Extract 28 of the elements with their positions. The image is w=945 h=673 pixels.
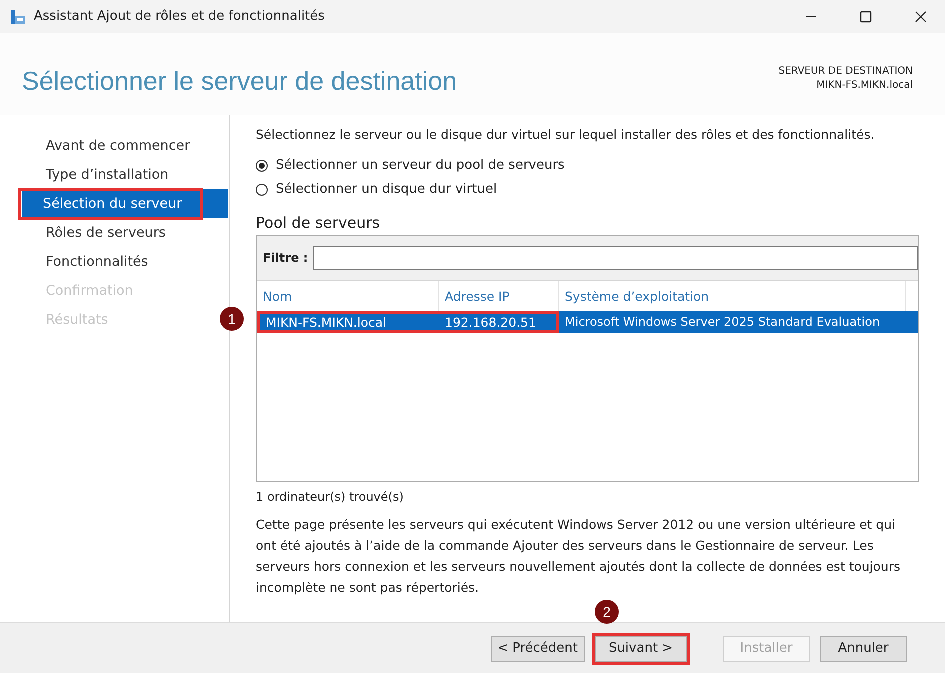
wizard-step[interactable]: Rôles de serveurs bbox=[43, 222, 169, 242]
app-icon bbox=[10, 8, 26, 24]
result-count: 1 ordinateur(s) trouvé(s) bbox=[256, 490, 405, 504]
close-icon[interactable] bbox=[915, 10, 927, 22]
table-cell[interactable]: Microsoft Windows Server 2025 Standard Evaluation bbox=[559, 311, 918, 333]
callout-badge: 1 bbox=[220, 307, 244, 331]
radio-button[interactable] bbox=[256, 160, 268, 172]
destination-server: MIKN-FS.MIKN.local bbox=[816, 80, 913, 91]
section-title: Pool de serveurs bbox=[256, 214, 382, 232]
table-cell[interactable]: MIKN-FS.MIKN.local bbox=[257, 311, 439, 333]
filter-field[interactable] bbox=[313, 246, 918, 270]
wizard-step[interactable]: Type d’installation bbox=[43, 164, 172, 184]
wizard-step[interactable]: Avant de commencer bbox=[43, 136, 194, 156]
instruction-text: Sélectionnez le serveur ou le disque dur virtuel sur lequel installer des rôles et des fonctionnalités. bbox=[256, 127, 876, 142]
radio-label[interactable]: Sélectionner un disque dur virtuel bbox=[276, 182, 498, 197]
page-title: Sélectionner le serveur de destination bbox=[22, 66, 458, 97]
callout-badge: 2 bbox=[595, 600, 619, 624]
maximize-icon[interactable] bbox=[860, 10, 872, 22]
wizard-button[interactable]: Annuler bbox=[820, 636, 907, 662]
filter-label: Filtre : bbox=[263, 251, 308, 265]
radio-label[interactable]: Sélectionner un serveur du pool de serveurs bbox=[276, 158, 565, 173]
wizard-step[interactable]: Fonctionnalités bbox=[43, 252, 152, 272]
destination-label: SERVEUR DE DESTINATION bbox=[778, 66, 913, 77]
description-text: Cette page présente les serveurs qui exécutent Windows Server 2012 ou une version ultérieure et qui ont été ajoutés à l’aide de la commande Ajouter des serveurs dans le Gestionnaire de serveur. Les serveurs hors connexion et les serveurs nouvellement ajoutés dont la collecte de données est toujours incomplète ne sont pas répertoriés. bbox=[256, 516, 902, 597]
wizard-button[interactable]: < Précédent bbox=[490, 636, 585, 662]
table-cell[interactable]: 192.168.20.51 bbox=[439, 311, 559, 333]
window-title: Assistant Ajout de rôles et de fonctionnalités bbox=[34, 9, 326, 24]
radio-button[interactable] bbox=[256, 184, 268, 196]
